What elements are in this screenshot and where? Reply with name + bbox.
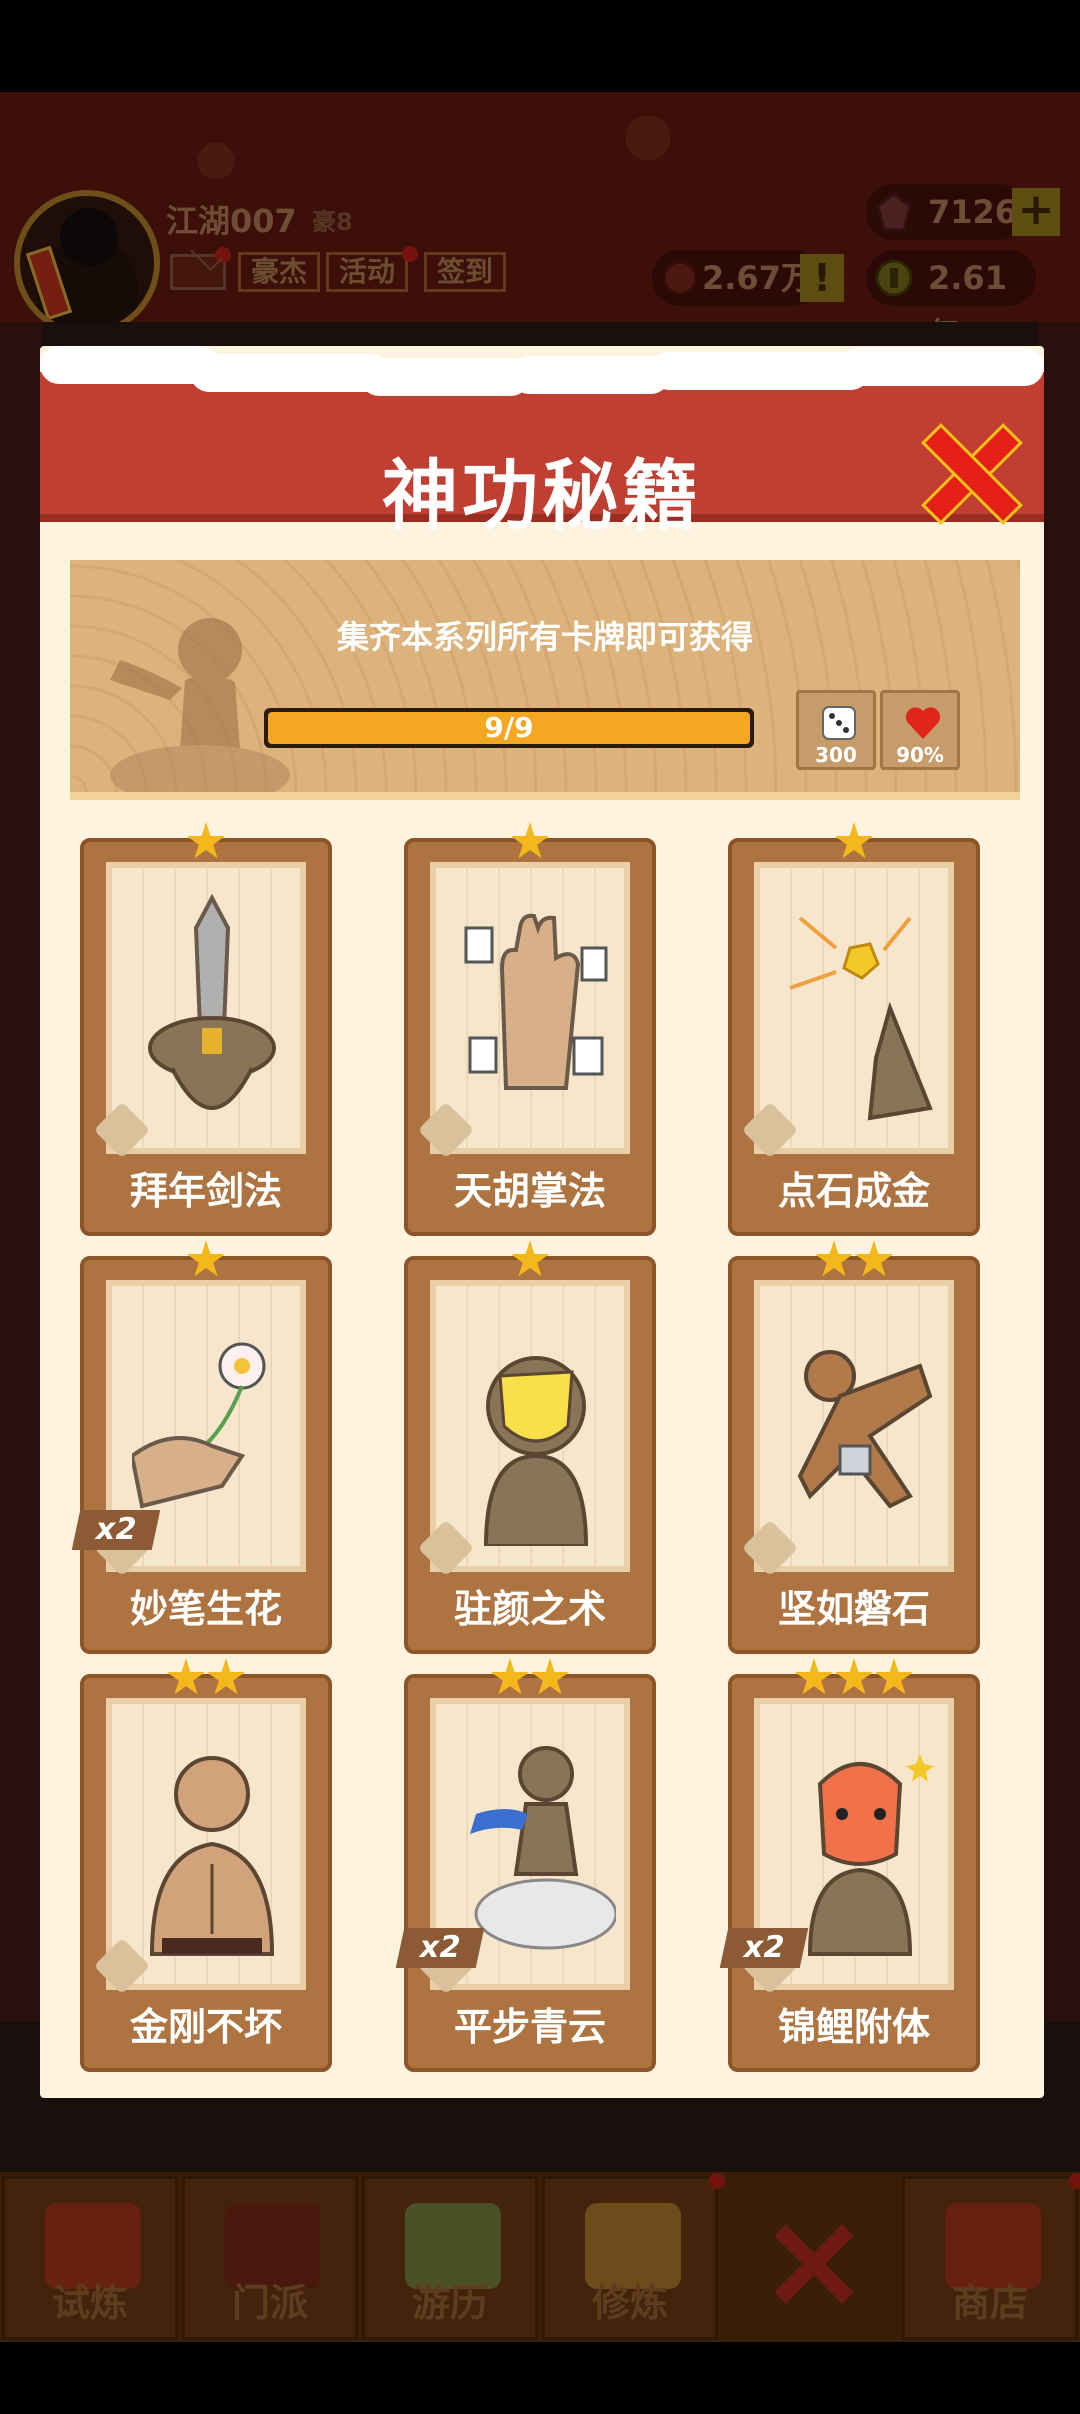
muscle-man-icon — [149, 1756, 275, 1956]
star-icon — [186, 1240, 226, 1277]
card-1[interactable]: 天胡掌法 — [404, 822, 656, 1236]
mask-figure-icon — [483, 1356, 589, 1546]
star-icon — [186, 822, 226, 859]
multiplier-badge: x2 — [71, 1510, 161, 1550]
gold-finger-icon — [789, 916, 933, 1121]
secret-manual-dialog: 神功秘籍 集齐本系列所有卡牌即可获得 9/9 300 90% 拜年剑法 天胡掌法… — [40, 346, 1044, 2098]
card-0[interactable]: 拜年剑法 — [80, 822, 332, 1236]
star-icon — [834, 1658, 874, 1695]
card-name: 金刚不坏 — [129, 2005, 282, 2049]
star-rating — [408, 1658, 652, 1698]
palm-icon — [464, 913, 608, 1090]
star-icon — [510, 1240, 550, 1277]
star-icon — [530, 1658, 570, 1695]
card-5[interactable]: 坚如磐石 — [728, 1240, 980, 1654]
star-icon — [814, 1240, 854, 1277]
card-grid: 拜年剑法 天胡掌法 点石成金 x2 妙笔生花 驻颜之术 坚如磐石 金刚不坏 x2… — [40, 346, 1044, 2098]
card-name: 坚如磐石 — [777, 1587, 930, 1631]
star-rating — [732, 1240, 976, 1280]
star-icon — [166, 1658, 206, 1695]
star-icon — [834, 822, 874, 859]
star-rating — [408, 1240, 652, 1280]
star-icon — [854, 1240, 894, 1277]
card-2[interactable]: 点石成金 — [728, 822, 980, 1236]
star-icon — [206, 1658, 246, 1695]
sword-icon — [148, 893, 276, 1110]
star-rating — [732, 822, 976, 862]
star-icon — [874, 1658, 914, 1695]
app-screen: 江湖007 豪8 豪杰 活动 签到 7126 + 2.67万 ! 2.61亿 试… — [0, 0, 1080, 2414]
card-6[interactable]: 金刚不坏 — [80, 1658, 332, 2072]
card-name: 妙笔生花 — [129, 1587, 282, 1631]
card-name: 点石成金 — [777, 1169, 930, 1213]
card-name: 天胡掌法 — [453, 1169, 606, 1213]
star-rating — [408, 822, 652, 862]
star-icon — [794, 1658, 834, 1695]
star-rating — [732, 1658, 976, 1698]
star-icon — [490, 1658, 530, 1695]
stone-man-icon — [797, 1350, 933, 1509]
star-rating — [84, 1240, 328, 1280]
card-name: 平步青云 — [453, 2005, 606, 2049]
multiplier-badge: x2 — [395, 1928, 485, 1968]
card-7[interactable]: x2 平步青云 — [395, 1658, 656, 2072]
star-rating — [84, 822, 328, 862]
card-3[interactable]: x2 妙笔生花 — [71, 1240, 332, 1654]
star-icon — [510, 822, 550, 859]
card-name: 锦鲤附体 — [777, 2005, 930, 2049]
card-4[interactable]: 驻颜之术 — [404, 1240, 656, 1654]
star-rating — [84, 1658, 328, 1698]
multiplier-badge: x2 — [719, 1928, 809, 1968]
card-8[interactable]: x2 锦鲤附体 — [719, 1658, 980, 2072]
card-name: 拜年剑法 — [129, 1169, 282, 1213]
card-name: 驻颜之术 — [453, 1587, 606, 1631]
